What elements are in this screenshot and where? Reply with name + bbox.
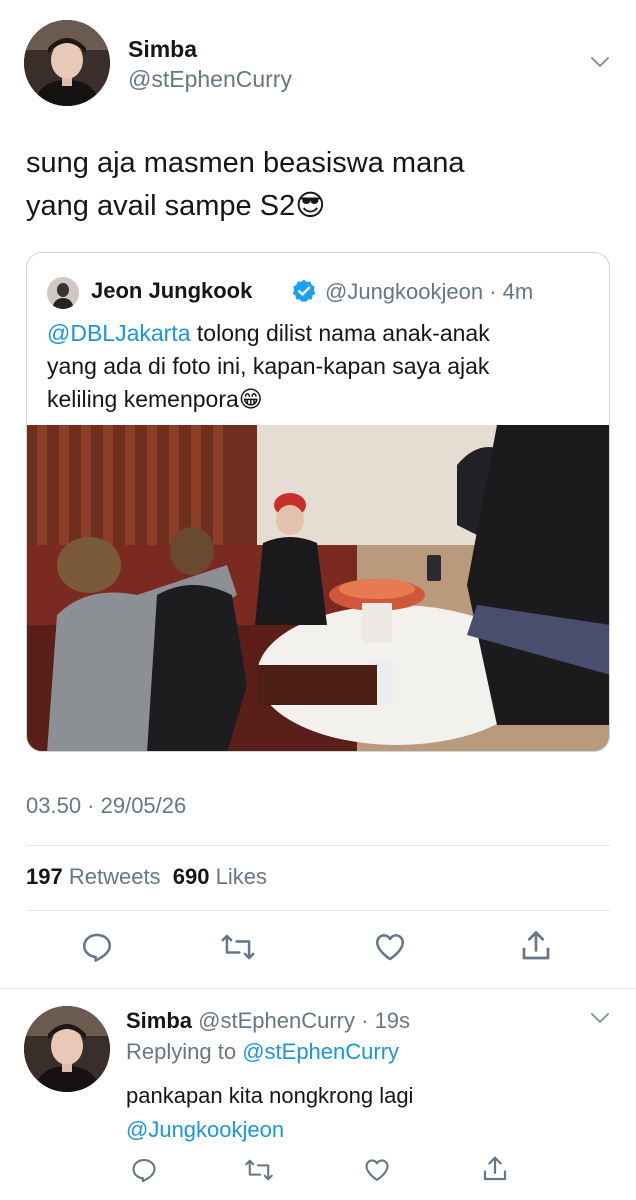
quoted-line-3-text: keliling kemenpora <box>47 386 239 412</box>
restaurant-photo <box>27 425 609 751</box>
divider-3 <box>0 988 636 989</box>
reply-header: Simba @stEphenCurry · 19s <box>126 1008 411 1033</box>
likes-label: Likes <box>215 864 267 889</box>
quoted-line-2: yang ada di foto ini, kapan-kapan saya a… <box>47 353 490 379</box>
mention-link[interactable]: @DBLJakarta <box>47 320 191 346</box>
main-handle[interactable]: @stEphenCurry <box>128 66 292 93</box>
replying-handle-link[interactable]: @stEphenCurry <box>242 1039 399 1064</box>
reply-like-icon[interactable] <box>362 1156 392 1184</box>
chevron-down-icon[interactable] <box>590 56 610 68</box>
quoted-line-1-text: tolong dilist nama anak-anak <box>190 320 490 346</box>
reply-avatar-photo <box>24 1006 110 1092</box>
quoted-handle-time: @Jungkookjeon · 4m <box>325 279 534 304</box>
reply-share-icon[interactable] <box>480 1154 510 1184</box>
main-tweet-line-2: yang avail sampe S2😎 <box>26 184 464 227</box>
retweets-stat[interactable]: 197 Retweets <box>26 864 161 889</box>
quoted-line-1: @DBLJakarta tolong dilist nama anak-anak <box>47 317 607 350</box>
tweet-stats: 197 Retweets 690 Likes <box>26 864 267 890</box>
divider-2 <box>26 910 610 911</box>
reply-reply-icon[interactable] <box>130 1156 158 1184</box>
reply-display-name[interactable]: Simba <box>126 1008 192 1033</box>
reply-mention-link[interactable]: @Jungkookjeon <box>126 1113 413 1147</box>
likes-stat[interactable]: 690 Likes <box>173 864 267 889</box>
reply-icon[interactable] <box>80 930 114 964</box>
reply-retweet-icon[interactable] <box>244 1156 274 1184</box>
like-icon[interactable] <box>372 930 408 964</box>
reply-handle[interactable]: @stEphenCurry <box>198 1008 355 1033</box>
reply-text: pankapan kita nongkrong lagi @Jungkookje… <box>126 1079 413 1147</box>
grin-emoji: 😁 <box>238 387 263 413</box>
sunglasses-emoji: 😎 <box>295 188 326 222</box>
main-tweet-text: sung aja masmen beasiswa mana yang avail… <box>26 142 464 227</box>
likes-count: 690 <box>172 864 210 889</box>
replying-to: Replying to @stEphenCurry <box>126 1039 399 1065</box>
reply-avatar[interactable] <box>24 1006 110 1092</box>
quoted-tweet-card[interactable]: Jeon Jungkook @Jungkookjeon · 4m @DBLJak… <box>26 252 610 752</box>
main-tweet-line-2-text: yang avail sampe S2 <box>26 190 296 222</box>
quoted-line-3: keliling kemenpora😁 <box>47 383 607 417</box>
retweets-count: 197 <box>26 864 63 889</box>
quoted-tweet-text: @DBLJakarta tolong dilist nama anak-anak… <box>47 317 607 417</box>
reply-line-1: pankapan kita nongkrong lagi <box>126 1083 414 1108</box>
verified-icon <box>291 278 317 304</box>
avatar-photo <box>24 20 110 106</box>
quoted-handle: @Jungkookjeon <box>325 279 484 304</box>
quoted-time: 4m <box>502 279 534 304</box>
main-tweet-line-1: sung aja masmen beasiswa mana <box>26 147 465 179</box>
quoted-avatar <box>47 277 79 309</box>
retweet-icon[interactable] <box>220 930 256 964</box>
divider-1 <box>26 845 610 846</box>
retweets-label: Retweets <box>68 864 161 889</box>
main-display-name[interactable]: Simba <box>128 36 197 63</box>
share-icon[interactable] <box>518 928 554 964</box>
tweet-timestamp[interactable]: 03.50 · 29/05/26 <box>26 793 186 819</box>
replying-prefix: Replying to <box>126 1039 237 1064</box>
reply-time[interactable]: 19s <box>375 1008 410 1033</box>
reply-chevron-down-icon[interactable] <box>590 1012 610 1024</box>
main-avatar[interactable] <box>24 20 110 106</box>
quoted-display-name: Jeon Jungkook <box>91 278 253 303</box>
quoted-photo[interactable] <box>27 425 609 751</box>
